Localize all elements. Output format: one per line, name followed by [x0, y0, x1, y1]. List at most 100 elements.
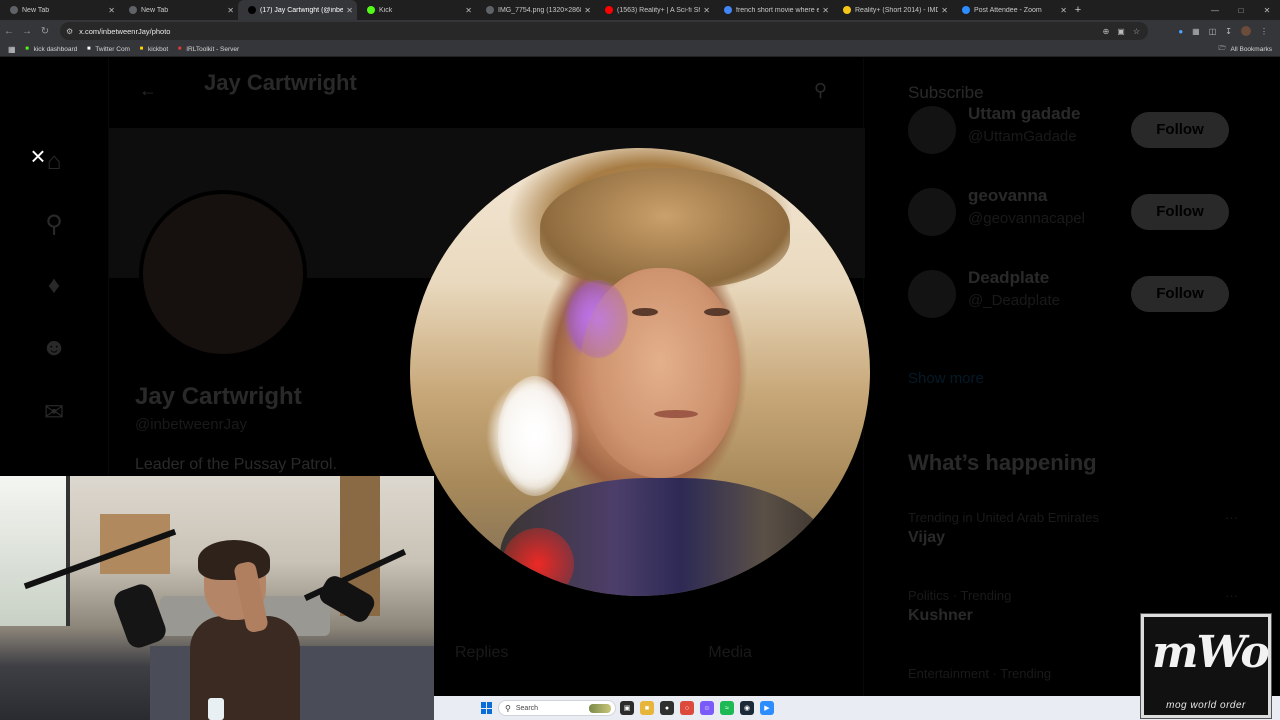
all-bookmarks[interactable]: 🗁 All Bookmarks	[1218, 42, 1272, 57]
webcam-overlay	[0, 476, 434, 720]
browser-tab[interactable]: Reality+ (Short 2014) - IMDb ✕	[833, 0, 952, 20]
bookmark-star-icon[interactable]: ☆	[1133, 27, 1140, 36]
discord-icon[interactable]: ☺	[700, 701, 714, 715]
webcam-person	[190, 538, 300, 720]
tab-label: Post Attendee - Zoom	[974, 6, 1042, 14]
install-icon[interactable]: ▣	[1117, 27, 1125, 36]
avatar[interactable]	[908, 106, 956, 154]
sidepanel-icon[interactable]: ◫	[1209, 27, 1217, 36]
taskbar-search[interactable]: ⚲ Search	[498, 700, 616, 716]
follow-suggestion[interactable]: Uttam gadade @UttamGadade Follow	[908, 100, 1238, 160]
x-icon: ■	[86, 46, 91, 52]
tab-media[interactable]: Media	[708, 644, 752, 662]
zoom-app-icon[interactable]: ▶	[760, 701, 774, 715]
tab-favicon-icon	[10, 6, 18, 14]
messages-icon[interactable]: ✉	[38, 398, 70, 430]
follow-button[interactable]: Follow	[1131, 112, 1229, 148]
webcam-window	[0, 476, 70, 626]
suggestion-name: Deadplate	[968, 268, 1050, 287]
browser-tab[interactable]: New Tab ✕	[119, 0, 238, 20]
back-arrow-icon[interactable]: ←	[139, 80, 157, 101]
browser-tab[interactable]: IMG_7754.png (1320×2868) ✕	[476, 0, 595, 20]
windows-start-icon[interactable]	[481, 702, 493, 714]
new-tab-button[interactable]: +	[1071, 4, 1085, 16]
spotify-icon[interactable]: ≈	[720, 701, 734, 715]
bookmark-label: Twitter Com	[95, 45, 130, 53]
browser-tab[interactable]: french short movie where ever✕	[714, 0, 833, 20]
forward-icon[interactable]: →	[18, 26, 36, 37]
chrome-icon[interactable]: ○	[680, 701, 694, 715]
bookmark-item[interactable]: ■ Twitter Com	[85, 46, 130, 53]
browser-toolbar: ← → ↻ ⚙ x.com/inbetweenrJay/photo ⊕ ▣ ☆ …	[0, 20, 1280, 42]
tab-close-icon[interactable]: ✕	[465, 6, 472, 15]
tab-close-icon[interactable]: ✕	[822, 6, 829, 15]
minimize-icon[interactable]: —	[1202, 6, 1228, 15]
taskbar-apps: ▣ ■ ● ○ ☺ ≈ ◉ ▶	[620, 700, 774, 716]
close-photo-button[interactable]: ×	[24, 142, 52, 170]
url-text[interactable]: x.com/inbetweenrJay/photo	[79, 27, 170, 36]
site-info-icon[interactable]: ⚙	[66, 27, 73, 36]
notifications-icon[interactable]: ♦	[38, 272, 70, 304]
avatar[interactable]	[908, 270, 956, 318]
tab-close-icon[interactable]: ✕	[1060, 6, 1067, 15]
extension-icon[interactable]: ●	[1178, 27, 1183, 36]
browser-tab[interactable]: Kick ✕	[357, 0, 476, 20]
tab-replies[interactable]: Replies	[455, 644, 508, 662]
obs-icon[interactable]: ●	[660, 701, 674, 715]
tab-close-icon[interactable]: ✕	[584, 6, 591, 15]
profile-name: Jay Cartwright	[135, 383, 302, 410]
tab-label: IMG_7754.png (1320×2868)	[498, 6, 582, 14]
zoom-icon[interactable]: ⊕	[1103, 27, 1110, 36]
search-icon[interactable]: ⚲	[814, 80, 827, 101]
bookmark-item[interactable]: ■ IRLToolkit - Server	[176, 46, 239, 53]
browser-tab[interactable]: (17) Jay Cartwright (@inbetwe✕	[238, 0, 357, 20]
menu-icon[interactable]: ⋮	[1260, 27, 1268, 36]
search-nav-icon[interactable]: ⚲	[38, 210, 70, 242]
file-explorer-icon[interactable]: ■	[640, 701, 654, 715]
photo-white-flare	[498, 376, 572, 496]
page-title: Jay Cartwright	[204, 70, 357, 95]
browser-tab[interactable]: New Tab ✕	[0, 0, 119, 20]
close-window-icon[interactable]: ✕	[1254, 6, 1280, 15]
photo-eye-left	[632, 308, 658, 316]
tab-close-icon[interactable]: ✕	[108, 6, 115, 15]
window-controls: — □ ✕	[1202, 0, 1280, 20]
restore-icon[interactable]: □	[1228, 6, 1254, 15]
puzzle-icon[interactable]: ▦	[1192, 27, 1200, 36]
profile-avatar[interactable]	[139, 190, 307, 358]
kick-icon: ■	[25, 46, 29, 52]
photo-eye-right	[704, 308, 730, 316]
more-icon[interactable]: ···	[1225, 510, 1238, 525]
profile-tabs: Replies Media	[455, 644, 855, 662]
show-more-link[interactable]: Show more	[908, 370, 984, 387]
browser-tab[interactable]: (1563) Reality+ | A Sci-fi Short✕	[595, 0, 714, 20]
back-icon[interactable]: ←	[0, 26, 18, 37]
tab-label: New Tab	[22, 6, 50, 14]
task-view-icon[interactable]: ▣	[620, 701, 634, 715]
tab-close-icon[interactable]: ✕	[703, 6, 710, 15]
browser-tab[interactable]: Post Attendee - Zoom ✕	[952, 0, 1071, 20]
tab-close-icon[interactable]: ✕	[346, 6, 353, 15]
bookmark-item[interactable]: ■ kickbot	[138, 46, 169, 53]
download-icon[interactable]: ↧	[1225, 27, 1232, 36]
address-bar[interactable]: ⚙ x.com/inbetweenrJay/photo ⊕ ▣ ☆	[60, 22, 1148, 40]
follow-button[interactable]: Follow	[1131, 194, 1229, 230]
communities-icon[interactable]: ☻	[38, 334, 70, 366]
avatar[interactable]	[908, 188, 956, 236]
logo-tagline: mog world order	[1166, 700, 1246, 711]
more-icon[interactable]: ···	[1225, 588, 1238, 603]
tab-favicon-icon	[486, 6, 494, 14]
avatar[interactable]	[1241, 26, 1251, 36]
photo-mouth	[654, 410, 698, 418]
bookmark-item[interactable]: ■ kick dashboard	[24, 46, 77, 53]
tab-close-icon[interactable]: ✕	[941, 6, 948, 15]
apps-icon[interactable]: ▦	[8, 45, 16, 54]
tab-close-icon[interactable]: ✕	[227, 6, 234, 15]
tab-favicon-icon	[248, 6, 256, 14]
follow-button[interactable]: Follow	[1131, 276, 1229, 312]
trend-item[interactable]: Trending in United Arab Emirates Vijay ···	[908, 510, 1238, 547]
steam-icon[interactable]: ◉	[740, 701, 754, 715]
follow-suggestion[interactable]: geovanna @geovannacapel Follow	[908, 182, 1238, 242]
follow-suggestion[interactable]: Deadplate @_Deadplate Follow	[908, 264, 1238, 324]
reload-icon[interactable]: ↻	[36, 26, 54, 37]
